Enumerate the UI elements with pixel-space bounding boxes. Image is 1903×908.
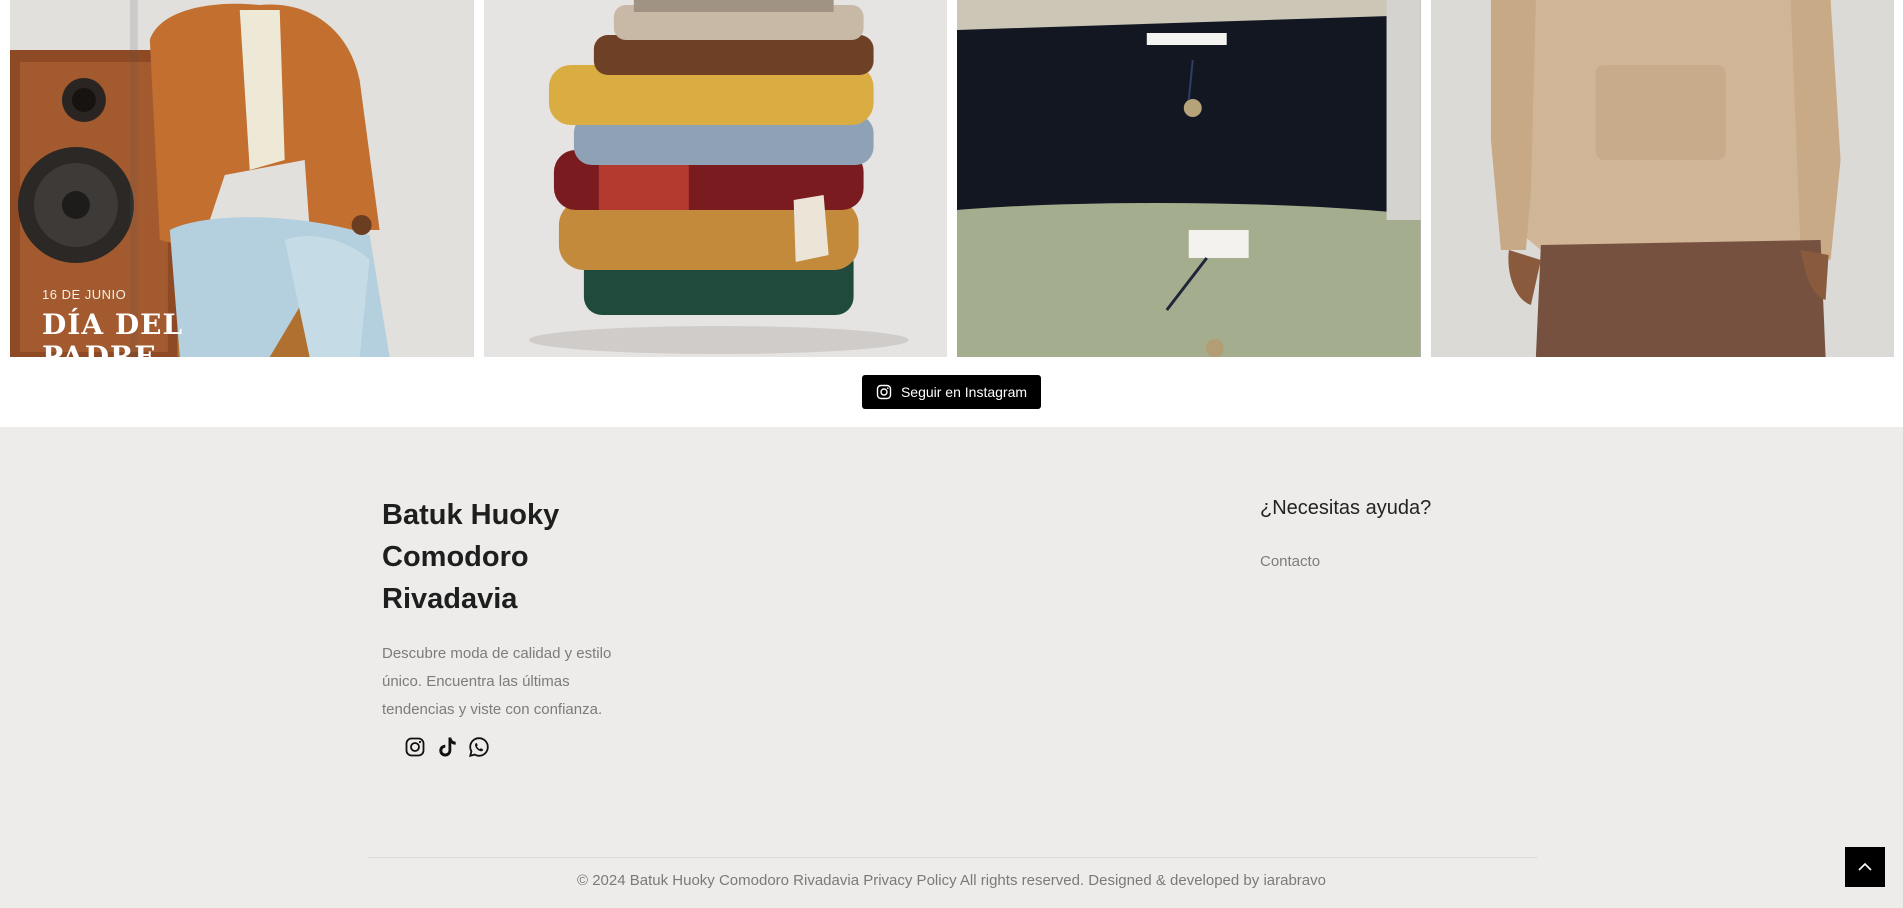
pants-image [957, 0, 1421, 357]
copyright-bar: © 2024 Batuk Huoky Comodoro Rivadavia Pr… [0, 872, 1903, 889]
site-footer: Batuk Huoky Comodoro Rivadavia Descubre … [0, 427, 1903, 908]
brand-line-2: Comodoro [382, 541, 529, 573]
whatsapp-icon [469, 737, 489, 757]
follow-area: Seguir en Instagram [0, 357, 1903, 427]
social-links [404, 736, 490, 758]
tiktok-icon [439, 737, 456, 757]
promo-title: DÍA DEL PADRE [42, 308, 184, 358]
follow-instagram-label: Seguir en Instagram [900, 384, 1028, 400]
whatsapp-link[interactable] [468, 736, 490, 758]
instagram-link[interactable] [404, 736, 426, 758]
description-line-2: único. Encuentra las últimas [382, 673, 570, 690]
footer-description: Descubre moda de calidad y estilo único.… [382, 640, 652, 724]
privacy-policy-link[interactable]: Privacy Policy [863, 872, 956, 889]
back-to-top-button[interactable] [1845, 847, 1885, 887]
stacked-clothes-image [483, 0, 947, 357]
chevron-up-icon [1858, 862, 1872, 871]
instagram-post-2[interactable] [483, 0, 947, 357]
promo-image [10, 0, 474, 357]
copyright-text: © 2024 Batuk Huoky Comodoro Rivadavia [577, 872, 860, 889]
copyright-rights: All rights reserved. Designed & develope… [959, 872, 1260, 889]
brand-line-1: Batuk Huoky [382, 499, 560, 531]
description-line-1: Descubre moda de calidad y estilo [382, 645, 612, 662]
description-line-3: tendencias y viste con confianza. [382, 701, 603, 718]
instagram-gallery: 16 DE JUNIO DÍA DEL PADRE [10, 0, 1894, 357]
promo-date: 16 DE JUNIO [42, 287, 127, 302]
footer-brand: Batuk Huoky Comodoro Rivadavia [382, 494, 642, 620]
hoodie-image [1430, 0, 1894, 357]
help-heading: ¿Necesitas ayuda? [1260, 497, 1432, 519]
instagram-post-3[interactable] [957, 0, 1421, 357]
instagram-post-1[interactable]: 16 DE JUNIO DÍA DEL PADRE [10, 0, 474, 357]
contact-link[interactable]: Contacto [1260, 553, 1320, 570]
footer-divider [368, 857, 1538, 858]
brand-line-3: Rivadavia [382, 583, 518, 615]
instagram-icon [405, 737, 425, 757]
instagram-icon [876, 384, 892, 400]
tiktok-link[interactable] [436, 736, 458, 758]
follow-instagram-button[interactable]: Seguir en Instagram [861, 375, 1042, 409]
instagram-post-4[interactable] [1430, 0, 1894, 357]
developer-link[interactable]: iarabravo [1263, 872, 1326, 889]
promo-title-line-2: PADRE [42, 340, 157, 358]
promo-title-line-1: DÍA DEL [42, 308, 184, 341]
